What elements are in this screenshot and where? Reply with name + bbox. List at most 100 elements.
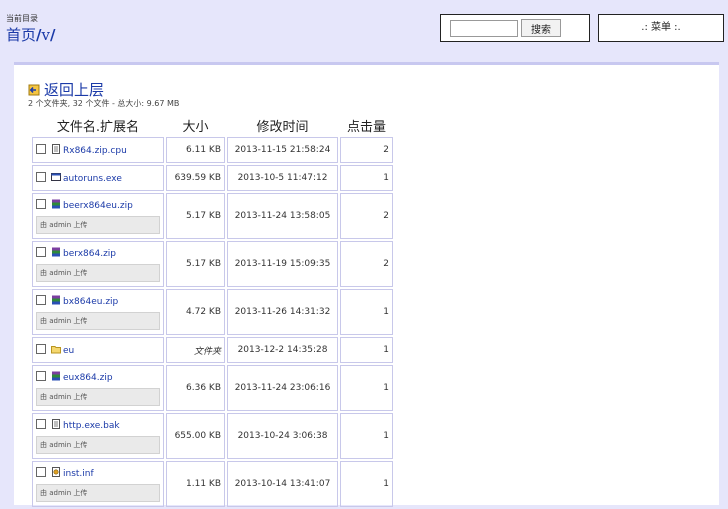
file-time-cell: 2013-11-15 21:58:24 [227, 137, 338, 163]
file-link[interactable]: Rx864.zip.cpu [63, 146, 127, 156]
file-name-cell: berx864.zip 由 admin 上传 [32, 241, 164, 287]
select-checkbox[interactable] [36, 144, 46, 154]
table-row: autoruns.exe 639.59 KB 2013-10-5 11:47:12 1 [32, 165, 393, 191]
file-link[interactable]: inst.inf [63, 469, 94, 479]
select-checkbox[interactable] [36, 466, 46, 477]
file-time-cell: 2013-11-24 13:58:05 [227, 193, 338, 239]
file-name-cell: bx864eu.zip 由 admin 上传 [32, 289, 164, 335]
table-row: beerx864eu.zip 由 admin 上传 5.17 KB 2013-11-2… [32, 193, 393, 239]
uploader-note: 由 admin 上传 [36, 387, 160, 406]
file-hits-cell: 2 [340, 241, 393, 287]
file-name-line: Rx864.zip.cpu [36, 144, 160, 156]
uploader-note: 由 admin 上传 [36, 435, 160, 454]
file-hits-cell: 1 [340, 165, 393, 191]
folder-summary: 2 个文件夹, 32 个文件 - 总大小: 9.67 MB [28, 99, 180, 108]
file-name-cell: autoruns.exe [32, 165, 164, 191]
table-row: eu 文件夹 2013-12-2 14:35:28 1 [32, 337, 393, 363]
text-file-icon [52, 144, 60, 154]
breadcrumb-dir-link[interactable]: v [42, 26, 50, 44]
select-checkbox[interactable] [36, 294, 46, 305]
file-link[interactable]: eux864.zip [63, 373, 113, 383]
breadcrumb-separator: / [49, 26, 56, 44]
select-checkbox[interactable] [36, 370, 46, 381]
file-name-line: eu [36, 344, 160, 356]
top-bar: 当前目录 首页/v/ 搜索 .: 菜单 :. [0, 0, 728, 62]
file-name-line: http.exe.bak [36, 418, 160, 431]
breadcrumb-home-link[interactable]: 首页 [6, 26, 36, 44]
file-name-line: bx864eu.zip [36, 294, 160, 307]
file-time-cell: 2013-10-24 3:06:38 [227, 413, 338, 459]
file-link[interactable]: eu [63, 346, 74, 356]
file-hits-cell: 2 [340, 137, 393, 163]
file-size-cell: 639.59 KB [166, 165, 225, 191]
file-size-cell: 6.11 KB [166, 137, 225, 163]
uploader-note: 由 admin 上传 [36, 215, 160, 234]
table-row: berx864.zip 由 admin 上传 5.17 KB 2013-11-19 1… [32, 241, 393, 287]
column-header-hits[interactable]: 点击量 [340, 116, 393, 135]
file-name-cell: Rx864.zip.cpu [32, 137, 164, 163]
file-size-cell: 5.17 KB [166, 241, 225, 287]
back-link[interactable]: 返回上层 [28, 79, 104, 100]
table-row: Rx864.zip.cpu 6.11 KB 2013-11-15 21:58:24 2 [32, 137, 393, 163]
folder-icon [51, 346, 61, 354]
table-header-row: 文件名.扩展名 大小 修改时间 点击量 [32, 116, 393, 135]
file-name-line: berx864.zip [36, 246, 160, 259]
file-link[interactable]: http.exe.bak [63, 421, 120, 431]
file-time-cell: 2013-10-14 13:41:07 [227, 461, 338, 507]
file-size-cell: 5.17 KB [166, 193, 225, 239]
column-header-size[interactable]: 大小 [166, 116, 225, 135]
file-time-cell: 2013-11-24 23:06:16 [227, 365, 338, 411]
select-checkbox[interactable] [36, 172, 46, 182]
menu-button[interactable]: .: 菜单 :. [598, 14, 724, 42]
search-box: 搜索 [440, 14, 590, 42]
file-size-cell: 655.00 KB [166, 413, 225, 459]
archive-icon [52, 247, 60, 256]
back-label: 返回上层 [44, 81, 105, 99]
column-header-name[interactable]: 文件名.扩展名 [32, 116, 164, 135]
settings-file-icon [52, 466, 60, 477]
table-row: bx864eu.zip 由 admin 上传 4.72 KB 2013-11-26 1… [32, 289, 393, 335]
select-checkbox[interactable] [36, 198, 46, 209]
file-time-cell: 2013-10-5 11:47:12 [227, 165, 338, 191]
file-hits-cell: 1 [340, 461, 393, 507]
file-name-cell: eu [32, 337, 164, 363]
text-file-icon [52, 418, 60, 429]
select-checkbox[interactable] [36, 344, 46, 354]
file-hits-cell: 1 [340, 365, 393, 411]
file-listing-panel: 返回上层 2 个文件夹, 32 个文件 - 总大小: 9.67 MB 文件名.扩… [14, 62, 719, 507]
column-header-time[interactable]: 修改时间 [227, 116, 338, 135]
file-hits-cell: 1 [340, 413, 393, 459]
file-table: 文件名.扩展名 大小 修改时间 点击量 Rx864.zip.cpu 6.11 KB… [30, 114, 395, 509]
file-link[interactable]: beerx864eu.zip [63, 201, 133, 211]
select-checkbox[interactable] [36, 246, 46, 257]
file-time-cell: 2013-11-26 14:31:32 [227, 289, 338, 335]
file-name-cell: eux864.zip 由 admin 上传 [32, 365, 164, 411]
search-button[interactable]: 搜索 [521, 19, 561, 37]
file-name-line: eux864.zip [36, 370, 160, 383]
archive-icon [52, 371, 60, 380]
file-link[interactable]: autoruns.exe [63, 174, 122, 184]
file-time-cell: 2013-12-2 14:35:28 [227, 337, 338, 363]
breadcrumb: 首页/v/ [6, 24, 55, 45]
exe-icon [51, 173, 61, 181]
file-name-line: autoruns.exe [36, 172, 160, 184]
archive-icon [52, 199, 60, 208]
table-row: eux864.zip 由 admin 上传 6.36 KB 2013-11-24 23… [32, 365, 393, 411]
file-name-cell: inst.inf 由 admin 上传 [32, 461, 164, 507]
file-size-cell: 1.11 KB [166, 461, 225, 507]
file-link[interactable]: bx864eu.zip [63, 297, 118, 307]
back-arrow-icon [28, 84, 40, 96]
file-name-cell: beerx864eu.zip 由 admin 上传 [32, 193, 164, 239]
file-name-line: beerx864eu.zip [36, 198, 160, 211]
uploader-note: 由 admin 上传 [36, 263, 160, 282]
table-row: http.exe.bak 由 admin 上传 655.00 KB 2013-10-2… [32, 413, 393, 459]
file-time-cell: 2013-11-19 15:09:35 [227, 241, 338, 287]
file-hits-cell: 1 [340, 337, 393, 363]
select-checkbox[interactable] [36, 418, 46, 429]
current-dir-label: 当前目录 [6, 14, 38, 23]
search-input[interactable] [450, 20, 518, 37]
file-link[interactable]: berx864.zip [63, 249, 116, 259]
file-name-line: inst.inf [36, 466, 160, 479]
file-hits-cell: 2 [340, 193, 393, 239]
table-row: inst.inf 由 admin 上传 1.11 KB 2013-10-14 13:4… [32, 461, 393, 507]
